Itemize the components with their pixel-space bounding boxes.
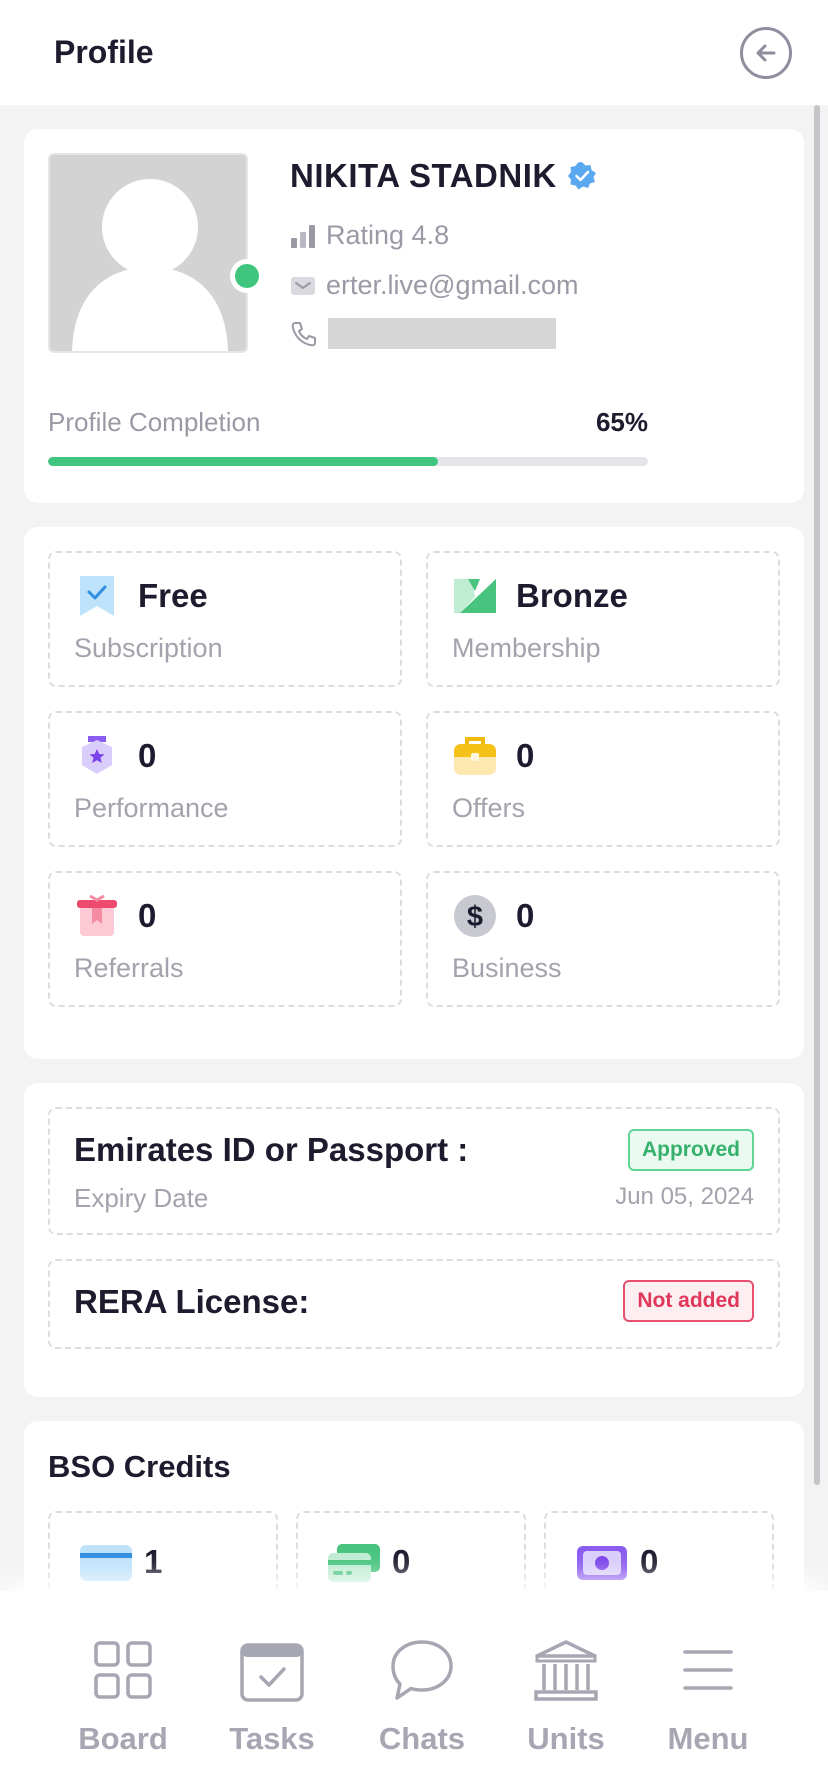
bookmark-check-icon: [74, 573, 120, 619]
nav-item-board[interactable]: Board: [53, 1633, 193, 1757]
chat-bubble-icon: [352, 1633, 492, 1707]
briefcase-icon: [452, 733, 498, 779]
dollar-coin-icon: $: [452, 893, 498, 939]
profile-completion-fill: [48, 457, 438, 466]
stat-value: Bronze: [516, 577, 628, 614]
phone-row: [290, 318, 556, 349]
stat-label: Referrals: [74, 953, 184, 983]
cash-icon: [574, 1543, 630, 1583]
stat-value: 0: [516, 737, 535, 774]
email-text: erter.live@gmail.com: [326, 270, 579, 300]
scrollbar[interactable]: [814, 105, 820, 1485]
expiry-date-label: Expiry Date: [74, 1183, 209, 1213]
stat-value: Free: [138, 577, 208, 614]
stat-label: Business: [452, 953, 562, 983]
rating-text: Rating 4.8: [326, 220, 450, 250]
status-badge-approved: Approved: [627, 1129, 754, 1171]
profile-completion-percent: 65%: [595, 407, 648, 437]
svg-text:$: $: [467, 901, 483, 933]
status-badge-not-added: Not added: [623, 1280, 754, 1322]
nav-label: Board: [78, 1721, 168, 1756]
page-title: Profile: [54, 34, 154, 70]
stat-offers[interactable]: 0 Offers: [426, 711, 780, 847]
stat-label: Membership: [452, 633, 601, 663]
email-row: erter.live@gmail.com: [290, 270, 578, 301]
nav-item-units[interactable]: Units: [496, 1633, 636, 1757]
stat-label: Subscription: [74, 633, 223, 663]
cards-icon: [326, 1543, 382, 1583]
user-silhouette-icon: [72, 179, 228, 351]
back-button[interactable]: [740, 27, 792, 79]
credit-value: 0: [392, 1543, 411, 1580]
avatar[interactable]: [48, 153, 248, 353]
gift-icon: [74, 893, 120, 939]
stat-value: 0: [516, 897, 535, 934]
building-icon: [496, 1633, 636, 1707]
nav-label: Tasks: [229, 1721, 315, 1756]
nav-label: Menu: [667, 1721, 749, 1756]
profile-card: NIKITA STADNIK Rating 4.8 erter.live@gma…: [24, 129, 804, 503]
nav-label: Chats: [378, 1721, 466, 1756]
profile-completion-label: Profile Completion: [48, 407, 261, 437]
stat-label: Performance: [74, 793, 229, 823]
stat-performance[interactable]: 0 Performance: [48, 711, 402, 847]
phone-icon: [291, 321, 316, 346]
expiry-date-value: Jun 05, 2024: [615, 1183, 754, 1210]
medal-ribbon-icon: [452, 573, 498, 619]
card-icon: [78, 1543, 134, 1583]
document-title: Emirates ID or Passport :: [74, 1131, 469, 1168]
profile-completion-bar: [48, 457, 648, 466]
rating-row: Rating 4.8: [290, 220, 449, 251]
stats-card: Free Subscription Bronze Membership 0 Pe…: [24, 527, 804, 1059]
arrow-left-icon: [756, 44, 776, 62]
credit-value: 0: [640, 1543, 659, 1580]
user-name: NIKITA STADNIK: [290, 157, 557, 194]
grid-icon: [53, 1633, 193, 1707]
nav-label: Units: [527, 1721, 605, 1756]
bottom-navigation: Board Tasks Chats Units Menu: [0, 1591, 828, 1791]
rera-license-document[interactable]: RERA License: Not added: [48, 1259, 780, 1349]
bar-chart-icon: [291, 224, 315, 248]
online-status-dot: [230, 259, 264, 293]
hamburger-icon: [638, 1633, 778, 1707]
name-row: NIKITA STADNIK: [290, 157, 597, 195]
badge-star-icon: [74, 733, 120, 779]
phone-redacted: [328, 318, 556, 349]
nav-item-menu[interactable]: Menu: [638, 1633, 778, 1757]
app-header: Profile: [0, 0, 828, 105]
stat-business[interactable]: $ 0 Business: [426, 871, 780, 1007]
stat-referrals[interactable]: 0 Referrals: [48, 871, 402, 1007]
stat-value: 0: [138, 897, 157, 934]
mail-icon: [291, 276, 315, 295]
credit-value: 1: [144, 1543, 163, 1580]
documents-card: Emirates ID or Passport : Approved Expir…: [24, 1083, 804, 1397]
verified-badge-icon: [567, 162, 596, 190]
nav-item-tasks[interactable]: Tasks: [202, 1633, 342, 1757]
stat-membership[interactable]: Bronze Membership: [426, 551, 780, 687]
emirates-id-document[interactable]: Emirates ID or Passport : Approved Expir…: [48, 1107, 780, 1235]
stat-value: 0: [138, 737, 157, 774]
stat-label: Offers: [452, 793, 526, 823]
stat-subscription[interactable]: Free Subscription: [48, 551, 402, 687]
document-title: RERA License:: [74, 1283, 310, 1320]
nav-item-chats[interactable]: Chats: [352, 1633, 492, 1757]
calendar-check-icon: [202, 1633, 342, 1707]
bso-credits-title: BSO Credits: [48, 1449, 231, 1484]
